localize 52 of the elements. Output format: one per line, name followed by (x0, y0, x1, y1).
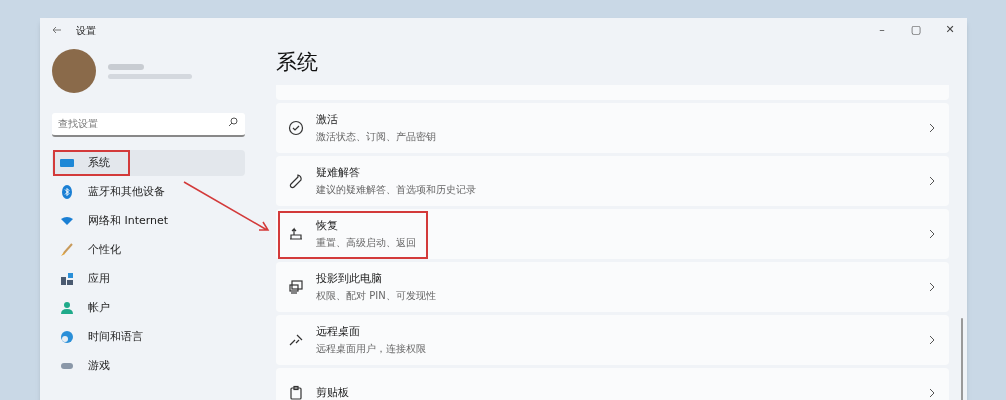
nav-item[interactable]: 应用 (52, 266, 245, 292)
settings-card[interactable]: 疑难解答 建议的疑难解答、首选项和历史记录 (276, 156, 949, 206)
chevron-right-icon (929, 282, 935, 292)
page-title: 系统 (276, 52, 319, 76)
window-title: 设置 (76, 23, 96, 38)
nav-item[interactable]: 系统 (52, 150, 245, 176)
wifi-icon (60, 214, 74, 228)
chevron-right-icon (929, 335, 935, 345)
clipboard-icon (288, 385, 304, 400)
minimize-button[interactable]: – (865, 18, 899, 42)
chevron-right-icon (929, 123, 935, 133)
card-title: 剪贴板 (316, 384, 349, 400)
nav-item[interactable]: 个性化 (52, 237, 245, 263)
card-subtitle: 建议的疑难解答、首选项和历史记录 (316, 182, 476, 197)
globe-icon (60, 330, 74, 344)
card-title: 激活 (316, 112, 339, 129)
nav-item[interactable]: 游戏 (52, 353, 245, 379)
settings-card[interactable]: 剪贴板 (276, 368, 949, 400)
chevron-right-icon (929, 388, 935, 398)
settings-card[interactable]: 远程桌面 远程桌面用户，连接权限 (276, 315, 949, 365)
apps-icon (60, 272, 74, 286)
card-subtitle: 重置、高级启动、返回 (316, 235, 416, 250)
card-title: 远程桌面 (316, 324, 361, 341)
search-field[interactable]: 查找设置 (52, 112, 245, 137)
card-title: 恢复 (316, 218, 339, 235)
project-screen-icon (288, 279, 304, 295)
bluetooth-icon (60, 185, 74, 199)
chevron-right-icon (929, 229, 935, 239)
settings-card[interactable]: 恢复 重置、高级启动、返回 (276, 209, 949, 259)
card-subtitle: 远程桌面用户，连接权限 (316, 341, 426, 356)
settings-card[interactable]: 激活 激活状态、订阅、产品密钥 (276, 103, 949, 153)
card-title: 投影到此电脑 (316, 271, 383, 288)
search-icon (228, 117, 238, 127)
settings-card[interactable]: 投影到此电脑 权限、配对 PIN、可发现性 (276, 262, 949, 312)
close-button[interactable]: ✕ (933, 18, 967, 42)
nav-item[interactable]: 蓝牙和其他设备 (52, 179, 245, 205)
card-subtitle: 激活状态、订阅、产品密钥 (316, 129, 436, 144)
card-title: 疑难解答 (316, 165, 361, 182)
chevron-right-icon (929, 176, 935, 186)
blurred-name (108, 63, 144, 70)
monitor-icon (60, 156, 74, 170)
recovery-icon (288, 226, 304, 242)
card-subtitle: 权限、配对 PIN、可发现性 (316, 288, 436, 303)
brush-icon (60, 243, 74, 257)
nav-item[interactable]: 网络和 Internet (52, 208, 245, 234)
maximize-button[interactable]: ▢ (899, 18, 933, 42)
back-arrow-icon[interactable] (52, 25, 62, 35)
person-icon (60, 301, 74, 315)
nav-item[interactable]: 帐户 (52, 295, 245, 321)
nav-item[interactable]: 时间和语言 (52, 324, 245, 350)
avatar-placeholder (52, 49, 96, 93)
check-circle-icon (288, 120, 304, 136)
